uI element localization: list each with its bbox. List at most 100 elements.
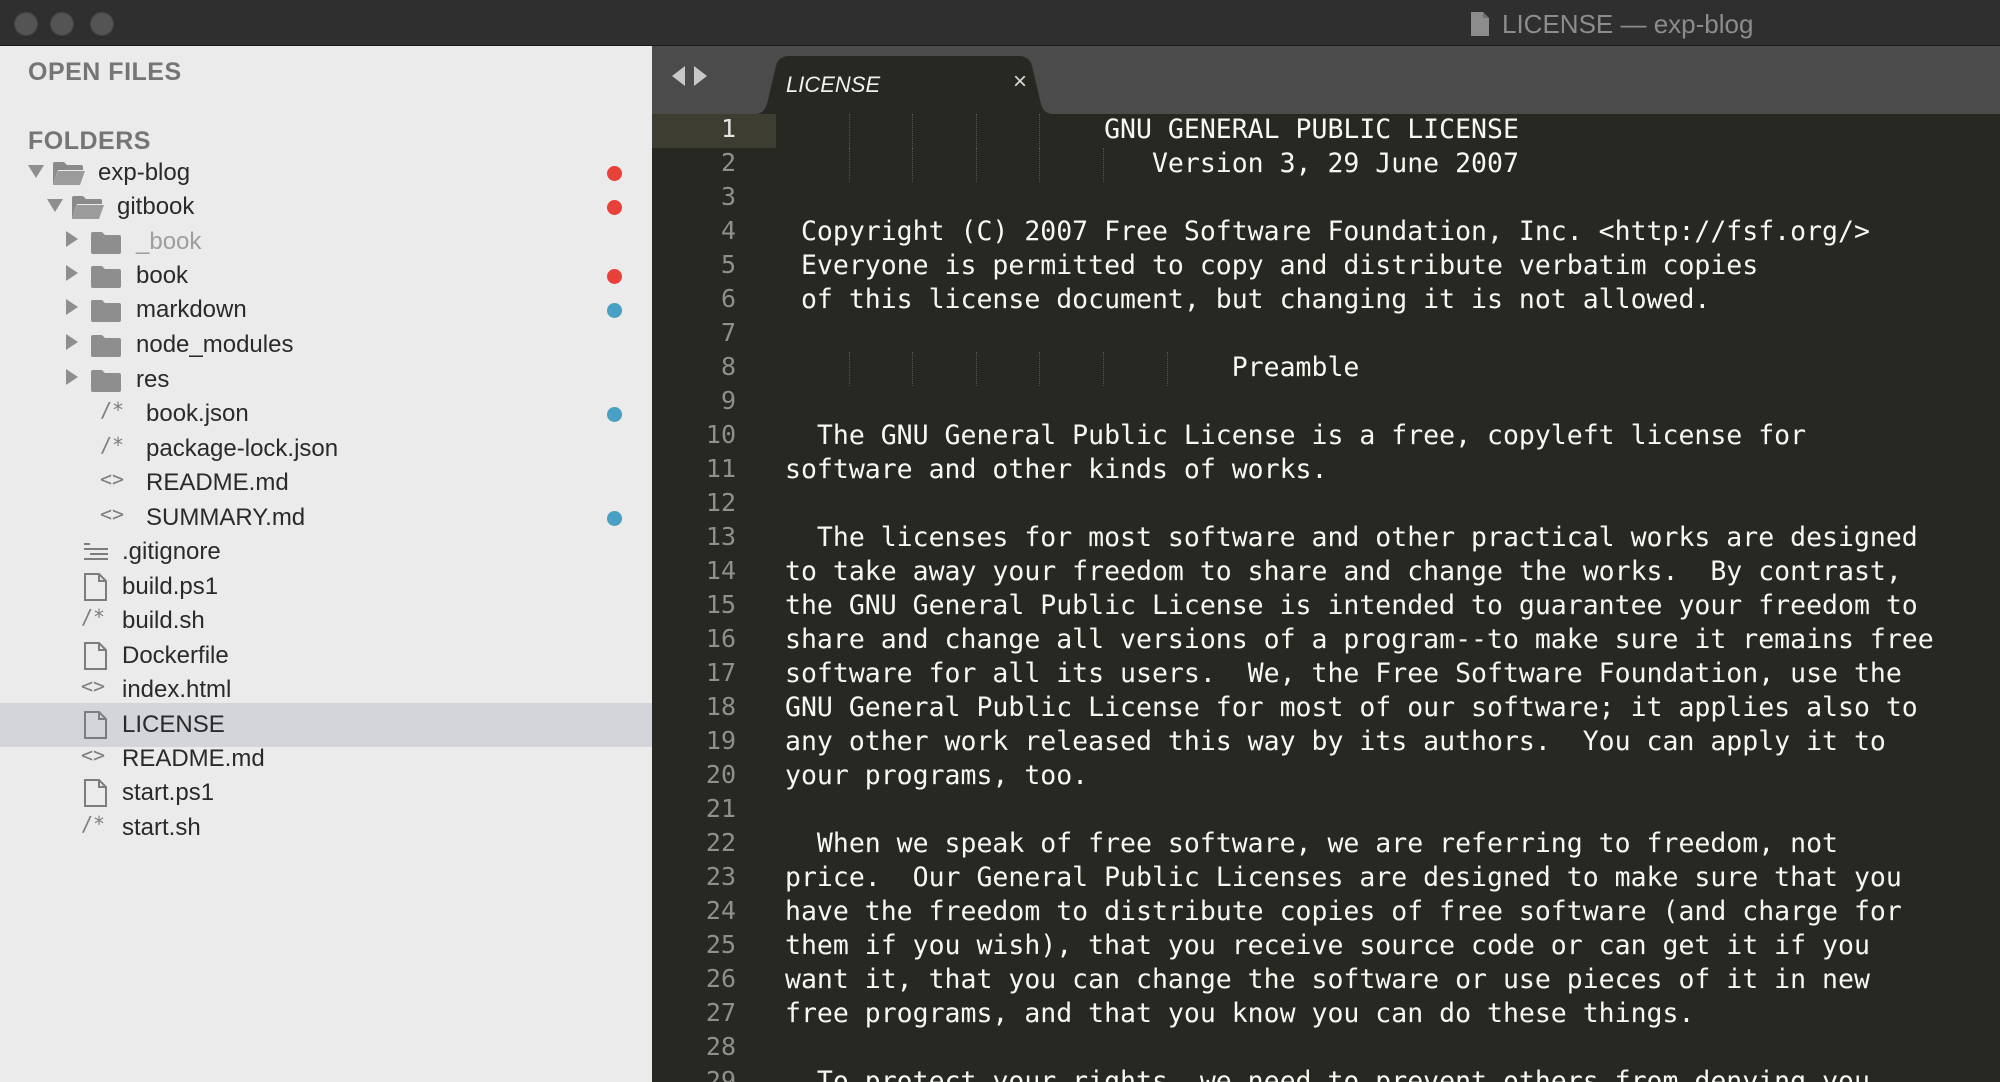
tree-item-label: README.md xyxy=(146,469,289,496)
arrow-right-icon[interactable] xyxy=(694,66,707,86)
tree-item-label: build.ps1 xyxy=(122,573,219,600)
line-number: 15 xyxy=(705,590,736,619)
arrow-left-icon[interactable] xyxy=(672,66,685,86)
line-number: 8 xyxy=(720,352,736,381)
line-number: 24 xyxy=(705,896,736,925)
folder-icon xyxy=(90,295,121,325)
code-line[interactable]: To protect your rights, we need to preve… xyxy=(785,1066,1870,1082)
code-line[interactable]: to take away your freedom to share and c… xyxy=(785,556,1902,587)
code-area[interactable]: 1 2 3 4 5 6 7 8 9 10 11 12 13 14 15 16 17 18 19 20 21 22 23 24 2… xyxy=(652,114,2000,1082)
folder-icon xyxy=(90,330,121,360)
line-number: 18 xyxy=(705,692,736,721)
markup-code-icon: <> xyxy=(81,743,106,767)
tree-item-label: node_modules xyxy=(136,331,294,358)
tree-item-label: SUMMARY.md xyxy=(146,504,306,531)
tab-label: LICENSE xyxy=(786,72,881,97)
code-line[interactable]: of this license document, but changing i… xyxy=(785,284,1710,315)
close-window-button[interactable] xyxy=(14,12,38,36)
code-line[interactable]: your programs, too. xyxy=(785,760,1088,791)
tree-item-label: package-lock.json xyxy=(146,435,339,462)
git-status-dot xyxy=(607,303,622,318)
line-number: 14 xyxy=(705,556,736,585)
disclosure-closed-icon[interactable] xyxy=(66,265,78,281)
disclosure-closed-icon[interactable] xyxy=(66,334,78,350)
markup-code-icon: <> xyxy=(100,467,125,491)
tab-bar: LICENSE × xyxy=(652,46,2000,114)
code-line[interactable]: GNU GENERAL PUBLIC LICENSE xyxy=(785,114,1519,145)
code-line[interactable]: want it, that you can change the softwar… xyxy=(785,964,1870,995)
file-icon xyxy=(81,778,111,808)
line-number: 28 xyxy=(705,1032,736,1061)
code-line[interactable]: Version 3, 29 June 2007 xyxy=(785,148,1519,179)
file-icon xyxy=(81,710,111,740)
code-line[interactable]: any other work released this way by its … xyxy=(785,726,1886,757)
line-number: 1 xyxy=(720,114,736,143)
folder-icon xyxy=(90,261,121,291)
tree-item-label: exp-blog xyxy=(98,159,191,186)
tree-item-label: book xyxy=(136,262,189,289)
close-icon[interactable]: × xyxy=(1008,68,1032,96)
disclosure-closed-icon[interactable] xyxy=(66,299,78,315)
window-title-group: LICENSE — exp-blog xyxy=(1470,8,1753,40)
tree-item-label: markdown xyxy=(136,296,247,323)
window-title: LICENSE — exp-blog xyxy=(1502,8,1754,39)
tree-item-label: .gitignore xyxy=(122,538,221,565)
code-line[interactable]: Everyone is permitted to copy and distri… xyxy=(785,250,1758,281)
document-icon xyxy=(1470,11,1490,37)
code-line[interactable]: free programs, and that you know you can… xyxy=(785,998,1694,1029)
line-number: 29 xyxy=(705,1066,736,1082)
comment-code-icon: /* xyxy=(81,812,106,836)
line-number: 25 xyxy=(705,930,736,959)
code-line[interactable]: software and other kinds of works. xyxy=(785,454,1327,485)
line-number: 16 xyxy=(705,624,736,653)
code-line[interactable]: GNU General Public License for most of o… xyxy=(785,692,1918,723)
title-bar: LICENSE — exp-blog xyxy=(0,0,2000,46)
disclosure-open-icon[interactable] xyxy=(28,165,44,178)
code-line[interactable]: price. Our General Public Licenses are d… xyxy=(785,862,1902,893)
tree-item-label: start.ps1 xyxy=(122,779,215,806)
folder-icon xyxy=(90,365,121,395)
line-number: 21 xyxy=(705,794,736,823)
git-status-dot xyxy=(607,511,622,526)
line-number: 7 xyxy=(720,318,736,347)
minimize-window-button[interactable] xyxy=(50,12,74,36)
code-line[interactable]: When we speak of free software, we are r… xyxy=(785,828,1838,859)
code-line[interactable]: Preamble xyxy=(785,352,1360,383)
line-number: 20 xyxy=(705,760,736,789)
folder-open-icon xyxy=(52,158,85,188)
tab-license[interactable]: LICENSE × xyxy=(754,56,1054,114)
tree-item-label: _book xyxy=(136,228,202,255)
code-line[interactable]: the GNU General Public License is intend… xyxy=(785,590,1918,621)
code-line[interactable]: software for all its users. We, the Free… xyxy=(785,658,1902,689)
tree-item-label: LICENSE xyxy=(122,711,225,738)
code-line[interactable]: The GNU General Public License is a free… xyxy=(785,420,1806,451)
comment-code-icon: /* xyxy=(81,605,106,629)
folder-icon xyxy=(90,227,121,257)
comment-code-icon: /* xyxy=(100,433,125,457)
markup-code-icon: <> xyxy=(81,674,106,698)
git-status-dot xyxy=(607,269,622,284)
disclosure-open-icon[interactable] xyxy=(47,199,63,212)
line-number: 9 xyxy=(720,386,736,415)
code-line[interactable]: The licenses for most software and other… xyxy=(785,522,1918,553)
line-number: 22 xyxy=(705,828,736,857)
sublime-window: LICENSE — exp-blog OPEN FILES FOLDERS ex… xyxy=(0,0,2000,1082)
code-line[interactable]: share and change all versions of a progr… xyxy=(785,624,1934,655)
comment-code-icon: /* xyxy=(100,398,125,422)
disclosure-closed-icon[interactable] xyxy=(66,231,78,247)
tree-item-label: index.html xyxy=(122,676,232,703)
tree-item[interactable]: /* start.sh xyxy=(0,806,652,850)
code-line[interactable]: Copyright (C) 2007 Free Software Foundat… xyxy=(785,216,1870,247)
line-number: 3 xyxy=(720,182,736,211)
folder-open-icon xyxy=(71,192,104,222)
git-status-dot xyxy=(607,200,622,215)
disclosure-closed-icon[interactable] xyxy=(66,369,78,385)
code-line[interactable]: them if you wish), that you receive sour… xyxy=(785,930,1870,961)
zoom-window-button[interactable] xyxy=(90,12,114,36)
markup-code-icon: <> xyxy=(100,502,125,526)
code-line[interactable]: have the freedom to distribute copies of… xyxy=(785,896,1902,927)
sidebar: OPEN FILES FOLDERS exp-blog gitbook _book b… xyxy=(0,46,652,1082)
tree-item-label: gitbook xyxy=(117,193,195,220)
line-number: 10 xyxy=(705,420,736,449)
editor-pane: LICENSE × 1 2 3 4 5 6 7 8 9 10 11 12 13 14 15 16 17 18 19 2… xyxy=(652,46,2000,1082)
